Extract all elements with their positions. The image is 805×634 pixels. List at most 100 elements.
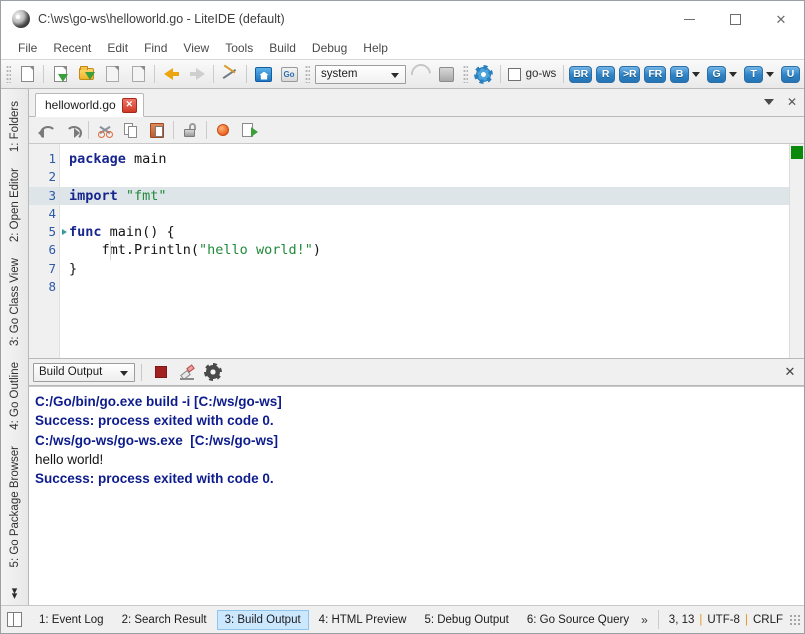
menu-build[interactable]: Build [261, 39, 304, 57]
output-line: C:/Go/bin/go.exe build -i [C:/ws/go-ws] [35, 394, 282, 409]
lock-editor-button[interactable] [178, 118, 202, 142]
sidebar-tab-go-outline[interactable]: 4: Go Outline [5, 355, 25, 437]
resize-grip[interactable] [789, 613, 801, 626]
toolbar-separator [499, 65, 501, 83]
build-settings-button[interactable] [472, 62, 496, 86]
line-number: 3 [29, 186, 59, 205]
output-toolbar: Build Output ✕ [29, 359, 804, 386]
editor-overview-ruler[interactable] [789, 144, 804, 358]
save-file-button[interactable] [100, 62, 124, 86]
code-token-plain: } [69, 260, 78, 277]
goto-definition-button[interactable] [237, 118, 261, 142]
code-editor[interactable]: 1 2 3 4 5 6 7 8 package main import "fmt… [29, 144, 804, 359]
status-tab-go-source-query[interactable]: 6: Go Source Query [519, 610, 637, 630]
run-button[interactable]: R [596, 65, 616, 83]
status-tabs-overflow-icon[interactable]: » [641, 613, 648, 627]
go-doc-button[interactable]: Go [277, 62, 301, 86]
separator: | [699, 613, 703, 626]
home-icon [254, 66, 272, 82]
project-checkbox[interactable]: go-ws [504, 63, 561, 85]
sidebar-tab-go-package-browser[interactable]: 5: Go Package Browser [5, 439, 25, 574]
tab-list-button[interactable] [759, 92, 779, 112]
code-text-area[interactable]: package main import "fmt" func main() { … [60, 144, 804, 358]
go-tool-button[interactable]: G [707, 65, 726, 83]
tools-button[interactable] [218, 62, 242, 86]
menu-find[interactable]: Find [136, 39, 175, 57]
home-button[interactable] [251, 62, 275, 86]
goto-definition-icon [241, 122, 258, 138]
menu-edit[interactable]: Edit [99, 39, 136, 57]
navigate-forward-button[interactable] [185, 62, 209, 86]
environment-combo[interactable]: system [315, 64, 406, 84]
editor-tab-close-icon[interactable]: ✕ [121, 97, 137, 113]
output-selector-combo[interactable]: Build Output [33, 362, 135, 382]
editor-tab-helloworld[interactable]: helloworld.go ✕ [35, 93, 144, 117]
window-controls: ✕ [666, 1, 804, 37]
close-icon: ✕ [775, 11, 787, 27]
copy-button[interactable] [119, 118, 143, 142]
bookmark-button[interactable] [211, 118, 235, 142]
toolbar-grip[interactable] [6, 65, 11, 83]
output-toolbar-separator [141, 363, 142, 381]
menu-debug[interactable]: Debug [304, 39, 355, 57]
undo-button[interactable] [34, 118, 58, 142]
update-button[interactable]: U [781, 65, 800, 83]
output-text-area[interactable]: C:/Go/bin/go.exe build -i [C:/ws/go-ws] … [29, 386, 804, 605]
sidebar-tab-folders[interactable]: 1: Folders [5, 94, 25, 159]
minimize-button[interactable] [666, 1, 712, 37]
toolbar-grip-3[interactable] [462, 65, 468, 83]
clear-output-button[interactable] [175, 360, 199, 384]
code-token-string: "hello world!" [199, 242, 313, 259]
menu-view[interactable]: View [175, 39, 217, 57]
go-tool-dropdown-icon[interactable] [729, 71, 737, 77]
new-file-button[interactable] [15, 62, 39, 86]
open-folder-button[interactable] [74, 62, 98, 86]
run-with-args-button[interactable]: >R [619, 65, 641, 83]
status-tab-search-result[interactable]: 2: Search Result [114, 610, 215, 630]
editor-toolbar-separator [173, 121, 174, 139]
sidebar-tab-open-editor[interactable]: 2: Open Editor [5, 161, 25, 249]
window-title: C:\ws\go-ws\helloworld.go - LiteIDE (def… [38, 12, 285, 26]
reload-env-button[interactable] [406, 59, 435, 89]
test-dropdown-icon[interactable] [766, 71, 774, 77]
open-file-icon [53, 66, 68, 82]
output-panel: Build Output ✕ C:/Go/bin/go.exe build -i… [29, 359, 804, 605]
environment-combo-value: system [321, 68, 358, 80]
maximize-button[interactable] [712, 1, 758, 37]
line-number: 4 [48, 205, 56, 221]
bookmark-dot-icon [217, 124, 229, 136]
sidebar-more-icon[interactable]: ▾ ▾ [1, 586, 28, 602]
status-tab-html-preview[interactable]: 4: HTML Preview [311, 610, 415, 630]
save-all-button[interactable] [126, 62, 150, 86]
menu-tools[interactable]: Tools [217, 39, 261, 57]
paste-button[interactable] [145, 118, 169, 142]
status-tab-debug-output[interactable]: 5: Debug Output [416, 610, 516, 630]
redo-button[interactable] [60, 118, 84, 142]
build-dropdown-icon[interactable] [692, 71, 700, 77]
menu-help[interactable]: Help [355, 39, 396, 57]
navigate-back-button[interactable] [159, 62, 183, 86]
close-output-panel-button[interactable]: ✕ [780, 362, 800, 382]
file-run-button[interactable]: FR [644, 65, 666, 83]
stop-build-button[interactable] [435, 62, 459, 86]
close-editor-button[interactable]: ✕ [782, 92, 802, 112]
output-settings-button[interactable] [201, 360, 225, 384]
toggle-sidebar-icon[interactable] [7, 612, 22, 627]
code-token-keyword: func [69, 224, 102, 241]
cut-button[interactable] [93, 118, 117, 142]
menu-recent[interactable]: Recent [45, 39, 99, 57]
status-tab-event-log[interactable]: 1: Event Log [31, 610, 112, 630]
build-button[interactable]: B [670, 65, 689, 83]
build-and-run-button[interactable]: BR [569, 65, 593, 83]
encoding-label[interactable]: UTF-8 [707, 614, 740, 626]
sidebar-tab-go-class-view[interactable]: 3: Go Class View [5, 251, 25, 353]
stop-process-button[interactable] [149, 360, 173, 384]
test-button[interactable]: T [744, 65, 763, 83]
menu-file[interactable]: File [10, 39, 45, 57]
toolbar-grip-2[interactable] [305, 65, 310, 83]
open-file-button[interactable] [48, 62, 72, 86]
line-ending-label[interactable]: CRLF [753, 614, 783, 626]
close-button[interactable]: ✕ [758, 1, 804, 37]
status-tab-build-output[interactable]: 3: Build Output [216, 609, 309, 630]
line-number-label: 5 [48, 224, 56, 240]
